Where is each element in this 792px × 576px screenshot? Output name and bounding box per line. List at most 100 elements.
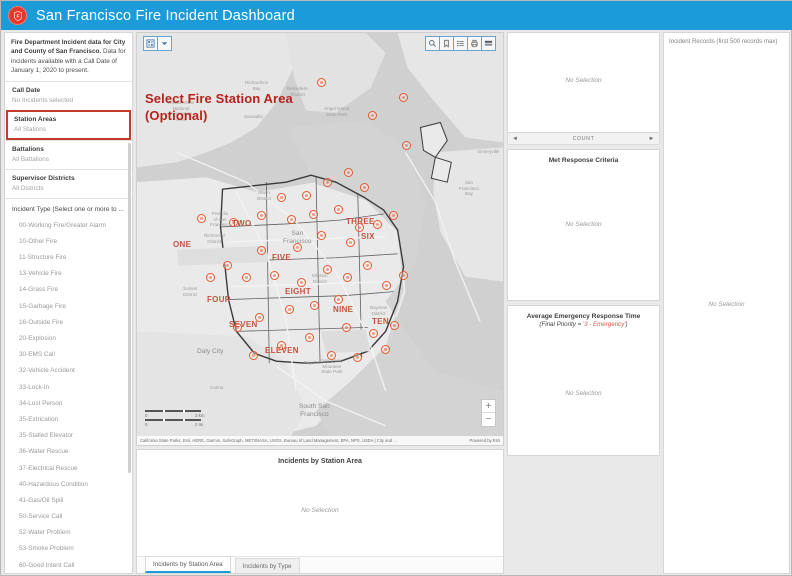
fire-station-marker[interactable] — [270, 271, 279, 280]
fire-station-marker[interactable] — [206, 273, 215, 282]
count-slider[interactable]: ◄ COUNT ► — [507, 133, 660, 145]
fire-station-marker[interactable] — [223, 261, 232, 270]
incident-type-item[interactable]: 15-Garbage Fire — [5, 298, 132, 314]
fire-station-marker[interactable] — [323, 178, 332, 187]
filter-battalions[interactable]: BattalionsAll Battalions — [5, 140, 132, 169]
battalion-label: SIX — [361, 232, 375, 241]
map-attribution-text: California State Parks, Esri, HERE, Garm… — [140, 438, 397, 443]
zoom-out-button[interactable]: − — [482, 413, 495, 426]
fire-station-marker[interactable] — [382, 281, 391, 290]
fire-station-marker[interactable] — [285, 305, 294, 314]
fire-station-marker[interactable] — [344, 168, 353, 177]
fire-station-marker[interactable] — [293, 243, 302, 252]
incident-type-item[interactable]: 16-Outside Fire — [5, 314, 132, 330]
fire-station-marker[interactable] — [305, 333, 314, 342]
map-zoom-controls[interactable]: + − — [481, 399, 496, 427]
fire-station-marker[interactable] — [342, 323, 351, 332]
fire-station-marker[interactable] — [353, 353, 362, 362]
incident-type-item[interactable]: 32-Vehicle Accident — [5, 363, 132, 379]
fire-station-marker[interactable] — [242, 273, 251, 282]
fire-station-marker[interactable] — [257, 211, 266, 220]
fire-station-marker[interactable] — [363, 261, 372, 270]
incident-type-item[interactable]: 52-Water Problem — [5, 525, 132, 541]
battalion-label: THREE — [346, 217, 375, 226]
fire-station-marker[interactable] — [381, 345, 390, 354]
incident-type-item[interactable]: 20-Explosion — [5, 330, 132, 346]
incident-type-item[interactable]: 50-Service Call — [5, 509, 132, 525]
incident-type-item[interactable]: 14-Grass Fire — [5, 282, 132, 298]
sidebar-scrollbar[interactable] — [128, 143, 131, 473]
fire-station-marker[interactable] — [302, 191, 311, 200]
count-slider-right-arrow[interactable]: ► — [648, 136, 655, 142]
fire-station-marker[interactable] — [402, 141, 411, 150]
fire-station-marker[interactable] — [390, 321, 399, 330]
fire-station-marker[interactable] — [297, 278, 306, 287]
layers-icon[interactable] — [143, 36, 158, 51]
fire-station-marker[interactable] — [389, 211, 398, 220]
incident-type-item[interactable]: 30-EMS Call — [5, 347, 132, 363]
scale-mi-end: 2 mi — [195, 422, 203, 427]
bookmark-icon[interactable] — [439, 36, 454, 51]
incident-type-item[interactable]: 41-Gas/Oil Spill — [5, 492, 132, 508]
met-response-placeholder: No Selection — [508, 221, 659, 228]
map-toolbar-left[interactable] — [143, 36, 172, 51]
incidents-chart-title: Incidents by Station Area — [137, 450, 503, 465]
filter-call-date[interactable]: Call DateNo Incidents selected — [5, 81, 132, 110]
incident-type-item[interactable]: 37-Electrical Rescue — [5, 460, 132, 476]
count-slider-left-arrow[interactable]: ◄ — [512, 136, 519, 142]
fire-station-marker[interactable] — [257, 246, 266, 255]
fire-station-marker[interactable] — [287, 215, 296, 224]
map-place-label: Daly City — [197, 348, 223, 356]
incident-type-item[interactable]: 36-Water Rescue — [5, 444, 132, 460]
filter-value: All Districts — [12, 185, 125, 192]
incident-type-item[interactable]: 35-Stalled Elevator — [5, 428, 132, 444]
fire-station-marker[interactable] — [343, 273, 352, 282]
fire-station-marker[interactable] — [317, 231, 326, 240]
fire-station-marker[interactable] — [334, 295, 343, 304]
map-place-label: San Bruno Mountain State Park — [321, 358, 343, 375]
map-place-label: Presidio of San Francisco — [210, 211, 230, 228]
filter-supervisor-districts[interactable]: Supervisor DistrictsAll Districts — [5, 169, 132, 198]
map-toolbar-right[interactable] — [425, 36, 496, 51]
fire-station-marker[interactable] — [317, 78, 326, 87]
print-icon[interactable] — [467, 36, 482, 51]
fire-station-marker[interactable] — [277, 193, 286, 202]
fire-station-marker[interactable] — [368, 111, 377, 120]
incident-type-item[interactable]: 13-Vehicle Fire — [5, 266, 132, 282]
search-icon[interactable] — [425, 36, 440, 51]
incident-type-item[interactable]: 00-Working Fire/Greater Alarm — [5, 217, 132, 233]
filter-station-areas[interactable]: Station AreasAll Stations — [6, 110, 131, 140]
incident-type-item[interactable]: 33-Lock-In — [5, 379, 132, 395]
fire-station-marker[interactable] — [334, 205, 343, 214]
zoom-in-button[interactable]: + — [482, 400, 495, 413]
fire-station-marker[interactable] — [369, 329, 378, 338]
map-panel[interactable]: Richardson BayBelvedere TiburonAngel Isl… — [136, 32, 504, 446]
battalion-label: NINE — [333, 305, 353, 314]
incident-type-item[interactable]: 10-Other Fire — [5, 233, 132, 249]
fire-station-marker[interactable] — [249, 351, 258, 360]
basemap-icon[interactable] — [481, 36, 496, 51]
chevron-down-icon[interactable] — [157, 36, 172, 51]
fire-station-marker[interactable] — [346, 238, 355, 247]
incident-type-item[interactable]: 34-Lost Person — [5, 395, 132, 411]
incident-type-item[interactable]: 60-Good Intent Call — [5, 557, 132, 573]
chart-tab-bar[interactable]: Incidents by Station Area Incidents by Ty… — [137, 556, 503, 573]
fire-station-marker[interactable] — [327, 351, 336, 360]
incident-type-list[interactable]: 00-Working Fire/Greater Alarm10-Other Fi… — [5, 217, 132, 574]
chart-tab[interactable]: Incidents by Type — [235, 558, 300, 573]
fire-station-marker[interactable] — [323, 265, 332, 274]
incident-type-item[interactable]: 70-False Alarm — [5, 573, 132, 574]
fire-station-marker[interactable] — [309, 210, 318, 219]
incident-type-item[interactable]: 35-Extrication — [5, 411, 132, 427]
avg-response-placeholder: No Selection — [508, 390, 659, 397]
fire-station-marker[interactable] — [360, 183, 369, 192]
chart-tab[interactable]: Incidents by Station Area — [145, 556, 231, 573]
incident-type-item[interactable]: 11-Structure Fire — [5, 250, 132, 266]
fire-station-marker[interactable] — [399, 93, 408, 102]
fire-station-marker[interactable] — [197, 214, 206, 223]
fire-station-marker[interactable] — [310, 301, 319, 310]
incident-type-item[interactable]: 40-Hazardous Condition — [5, 476, 132, 492]
legend-icon[interactable] — [453, 36, 468, 51]
fire-station-marker[interactable] — [399, 271, 408, 280]
incident-type-item[interactable]: 53-Smoke Problem — [5, 541, 132, 557]
